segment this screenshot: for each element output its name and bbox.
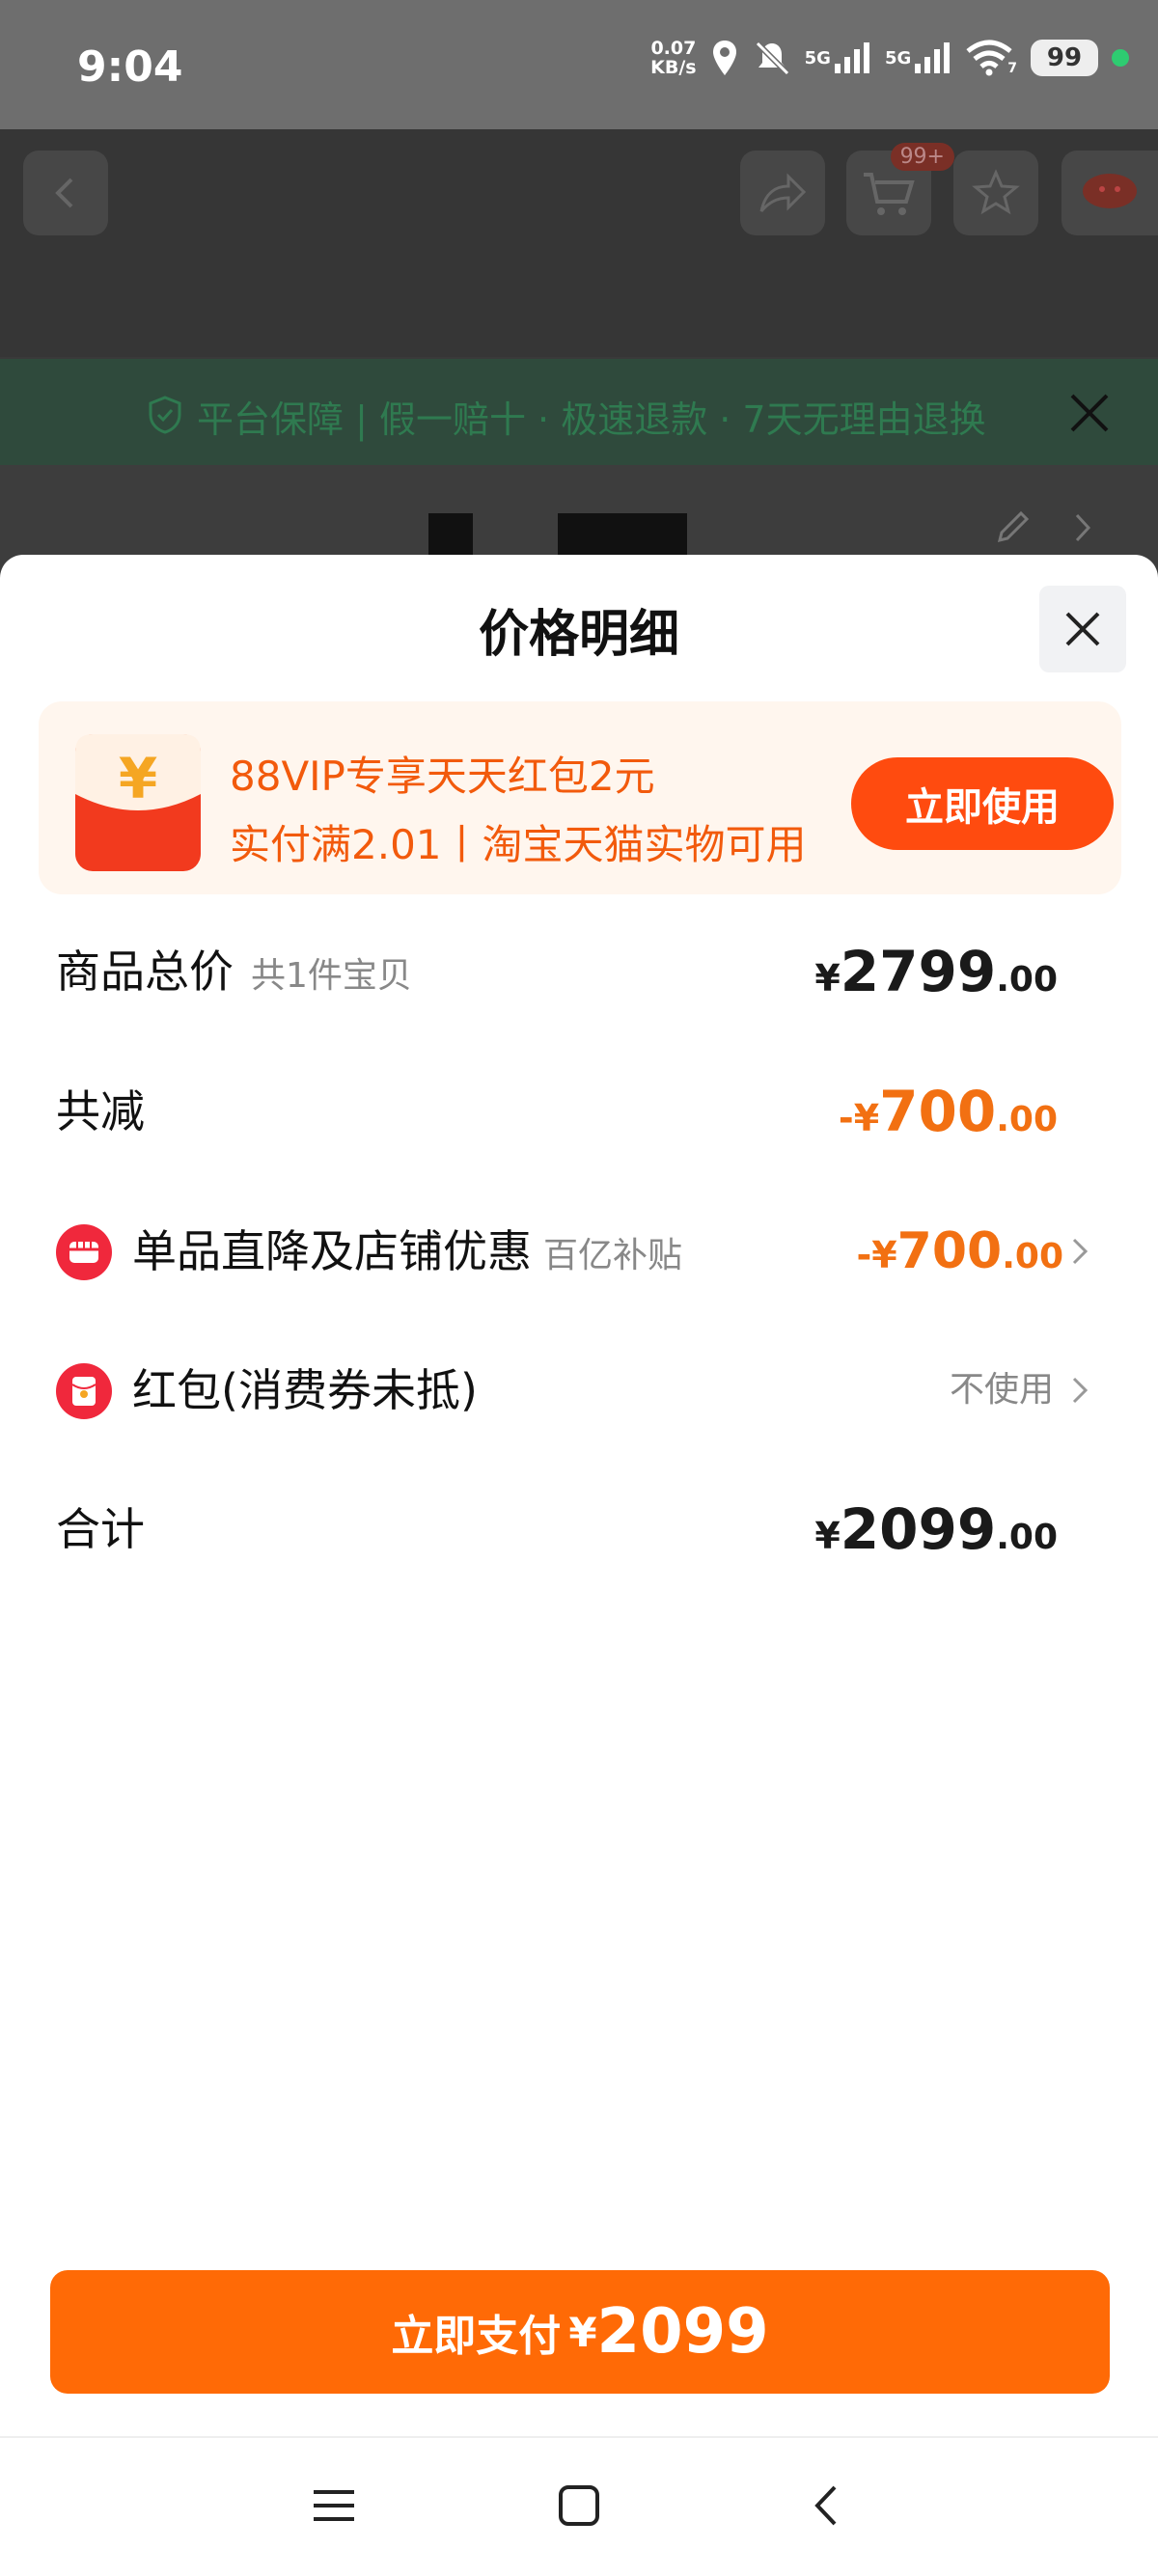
chevron-right-icon xyxy=(1072,1238,1089,1265)
status-icons: 0.07 KB/s 5G 5G 7 99 xyxy=(650,39,1129,77)
share-button[interactable] xyxy=(740,151,825,235)
total-price-amount: ¥2799.00 xyxy=(814,933,1058,1025)
system-nav-bar xyxy=(0,2436,1158,2576)
privacy-indicator-dot xyxy=(1112,49,1129,67)
amount-integer: 700 xyxy=(896,1222,1003,1280)
signal-label-2: 5G xyxy=(884,47,912,69)
envelope-symbol: ¥ xyxy=(119,746,157,811)
status-time: 9:04 xyxy=(77,42,183,92)
back-arrow-icon xyxy=(55,178,73,208)
nav-home-button[interactable] xyxy=(550,2477,608,2535)
favorite-button[interactable] xyxy=(953,151,1038,235)
guarantee-close-button[interactable] xyxy=(1066,390,1113,440)
pay-amount: 2099 xyxy=(596,2296,769,2368)
network-speed-value: 0.07 xyxy=(650,38,697,59)
use-now-button[interactable]: 立即使用 xyxy=(851,757,1114,850)
close-icon xyxy=(1065,612,1100,646)
amount-integer: 2099 xyxy=(840,1496,997,1562)
row-total-reduction: 共减 -¥700.00 xyxy=(0,1073,1158,1150)
status-bar: 9:04 0.07 KB/s 5G 5G 7 99 xyxy=(0,0,1158,129)
edit-icon xyxy=(997,510,1030,543)
battery-indicator: 99 xyxy=(1031,40,1098,76)
currency-symbol: -¥ xyxy=(856,1234,897,1276)
mute-bell-icon xyxy=(753,39,791,77)
store-discount-label: 单品直降及店铺优惠 百亿补贴 xyxy=(132,1213,682,1295)
price-detail-sheet: 价格明细 ¥ 88VIP专享天天红包2元 实付满2.01丨淘宝天猫实物可用 立即… xyxy=(0,555,1158,2576)
total-price-label-text: 商品总价 xyxy=(56,945,234,998)
red-packet-icon xyxy=(56,1363,112,1419)
red-packet-status: 不使用 xyxy=(949,1370,1054,1410)
row-store-discount[interactable]: 单品直降及店铺优惠 百亿补贴 -¥700.00 xyxy=(0,1213,1158,1290)
chevron-right-icon xyxy=(1075,513,1091,542)
reduction-amount: -¥700.00 xyxy=(839,1073,1058,1165)
signal-5g-icon-2: 5G xyxy=(885,41,951,75)
background-header: 99+ xyxy=(0,129,1158,357)
wifi-sub: 7 xyxy=(1007,61,1017,76)
store-discount-icon xyxy=(56,1224,112,1280)
cart-badge: 99+ xyxy=(890,143,954,171)
sum-amount: ¥2099.00 xyxy=(814,1491,1058,1582)
total-price-label: 商品总价 共1件宝贝 xyxy=(56,933,412,1015)
promo-title: 88VIP专享天天红包2元 xyxy=(230,753,655,800)
back-button[interactable] xyxy=(23,151,108,235)
network-speed-unit: KB/s xyxy=(650,57,697,78)
item-count: 共1件宝贝 xyxy=(251,956,412,996)
signal-5g-icon-1: 5G xyxy=(805,41,871,75)
cart-button[interactable]: 99+ xyxy=(846,143,954,235)
row-red-packet[interactable]: 红包(消费券未抵) 不使用 xyxy=(0,1352,1158,1429)
red-envelope-icon: ¥ xyxy=(73,730,203,879)
star-icon xyxy=(972,169,1020,215)
location-icon xyxy=(710,39,739,77)
chat-face-icon xyxy=(1083,174,1137,208)
amount-decimal: .00 xyxy=(1002,1237,1063,1276)
amount-integer: 2799 xyxy=(840,939,997,1004)
service-button[interactable] xyxy=(1062,151,1158,235)
amount-integer: 700 xyxy=(879,1079,997,1144)
currency-symbol: ¥ xyxy=(814,957,841,1000)
back-chevron-icon xyxy=(814,2485,837,2526)
share-icon xyxy=(759,173,807,212)
red-packet-label: 红包(消费券未抵) xyxy=(132,1364,478,1416)
nav-menu-button[interactable] xyxy=(305,2477,363,2535)
pay-now-button[interactable]: 立即支付 ¥ 2099 xyxy=(50,2270,1110,2394)
vip-redpacket-banner: ¥ 88VIP专享天天红包2元 实付满2.01丨淘宝天猫实物可用 立即使用 xyxy=(39,701,1121,894)
amount-decimal: .00 xyxy=(996,1518,1058,1557)
promo-condition: 实付满2.01丨淘宝天猫实物可用 xyxy=(230,821,807,868)
home-square-icon xyxy=(559,2485,599,2526)
pay-currency: ¥ xyxy=(568,2308,597,2356)
store-discount-amount: -¥700.00 xyxy=(856,1213,1063,1302)
sheet-title: 价格明细 xyxy=(478,606,679,664)
reduction-label: 共减 xyxy=(56,1085,145,1137)
menu-icon xyxy=(314,2490,354,2521)
chevron-right-icon xyxy=(1072,1377,1089,1404)
store-discount-label-text: 单品直降及店铺优惠 xyxy=(132,1225,532,1277)
cart-icon xyxy=(864,173,915,215)
sheet-close-button[interactable] xyxy=(1039,586,1126,672)
guarantee-text: 平台保障 | 假一赔十 · 极速退款 · 7天无理由退换 xyxy=(197,398,986,441)
currency-symbol: -¥ xyxy=(838,1097,880,1139)
shield-icon xyxy=(149,396,181,434)
pay-label: 立即支付 xyxy=(391,2312,562,2361)
row-total-price: 商品总价 共1件宝贝 ¥2799.00 xyxy=(0,933,1158,1010)
signal-label-1: 5G xyxy=(804,47,831,69)
amount-decimal: .00 xyxy=(996,960,1058,1000)
amount-decimal: .00 xyxy=(996,1100,1058,1139)
currency-symbol: ¥ xyxy=(814,1515,841,1557)
nav-back-button[interactable] xyxy=(797,2477,855,2535)
network-speed: 0.07 KB/s xyxy=(650,39,696,77)
close-icon xyxy=(1070,394,1109,432)
guarantee-banner: 平台保障 | 假一赔十 · 极速退款 · 7天无理由退换 xyxy=(0,359,1158,465)
sum-label: 合计 xyxy=(56,1503,145,1555)
subsidy-tag: 百亿补贴 xyxy=(543,1236,683,1275)
wifi-icon: 7 xyxy=(965,40,1017,76)
row-sum: 合计 ¥2099.00 xyxy=(0,1491,1158,1568)
